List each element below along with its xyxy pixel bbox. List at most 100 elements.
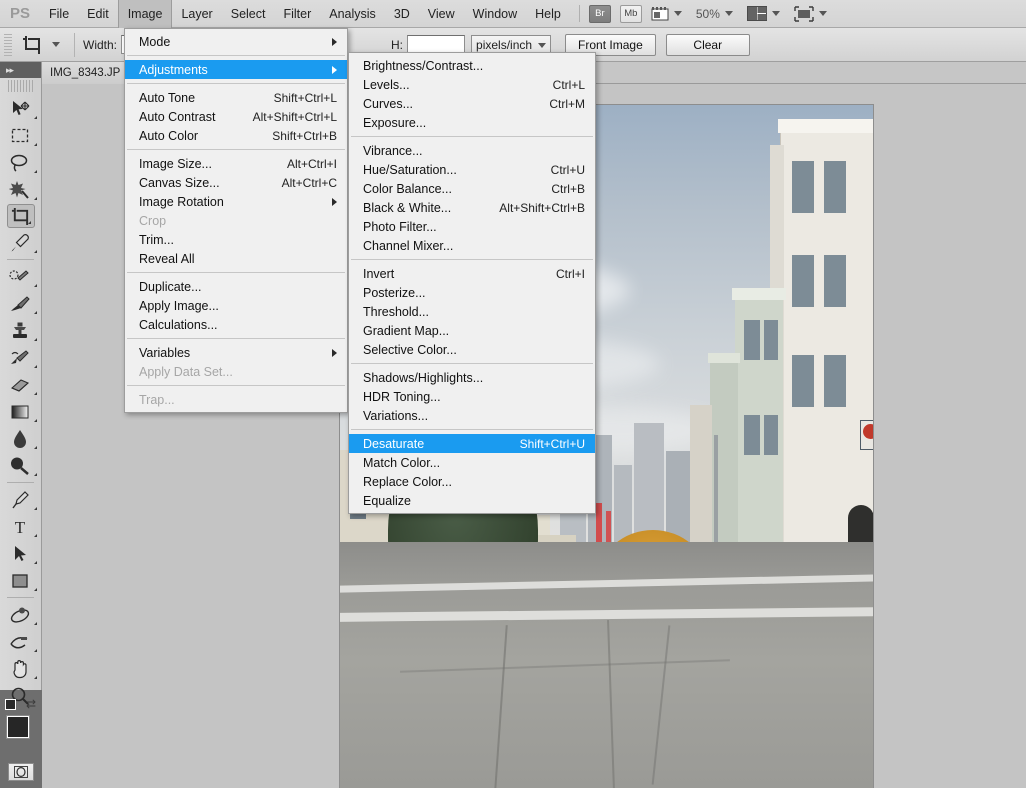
- image-menu-item-apply-image[interactable]: Apply Image...: [125, 296, 347, 315]
- adjustments-item-replace-color[interactable]: Replace Color...: [349, 472, 595, 491]
- history-brush-icon: [9, 349, 31, 367]
- bridge-icon[interactable]: Br: [589, 5, 611, 23]
- image-menu-item-image-size[interactable]: Image Size...Alt+Ctrl+I: [125, 154, 347, 173]
- mini-bridge-icon[interactable]: Mb: [620, 5, 642, 23]
- image-menu-item-trim[interactable]: Trim...: [125, 230, 347, 249]
- clone-stamp-tool[interactable]: [0, 317, 40, 344]
- quick-mask-toggle[interactable]: [8, 763, 34, 781]
- foreground-color-swatch[interactable]: [7, 716, 29, 738]
- menu-item-label: Brightness/Contrast...: [363, 59, 585, 73]
- swap-colors-icon[interactable]: ⇄: [26, 697, 36, 711]
- crop-tool[interactable]: [7, 204, 35, 228]
- adjustments-item-posterize[interactable]: Posterize...: [349, 283, 595, 302]
- menu-layer[interactable]: Layer: [172, 0, 221, 28]
- eraser-tool[interactable]: [0, 371, 40, 398]
- 3d-camera-rotate-tool[interactable]: [0, 628, 40, 655]
- submenu-arrow-icon: [332, 38, 337, 46]
- lasso-tool[interactable]: [0, 149, 40, 176]
- image-menu-item-canvas-size[interactable]: Canvas Size...Alt+Ctrl+C: [125, 173, 347, 192]
- adjustments-item-selective-color[interactable]: Selective Color...: [349, 340, 595, 359]
- menu-analysis[interactable]: Analysis: [320, 0, 385, 28]
- double-chevron-right-icon[interactable]: ▸▸: [6, 65, 13, 76]
- view-extras-icon: [651, 6, 669, 22]
- adjustments-item-equalize[interactable]: Equalize: [349, 491, 595, 510]
- image-menu-item-auto-tone[interactable]: Auto ToneShift+Ctrl+L: [125, 88, 347, 107]
- rectangle-tool[interactable]: [0, 567, 40, 594]
- 3d-object-rotate-tool[interactable]: [0, 601, 40, 628]
- width-label: Width:: [83, 38, 117, 52]
- adjustments-item-curves[interactable]: Curves...Ctrl+M: [349, 94, 595, 113]
- hand-tool[interactable]: [0, 655, 40, 682]
- menu-image[interactable]: Image: [118, 0, 173, 28]
- adjustments-item-vibrance[interactable]: Vibrance...: [349, 141, 595, 160]
- tool-more-indicator: [34, 140, 37, 146]
- cornice: [778, 119, 873, 133]
- image-menu-item-auto-color[interactable]: Auto ColorShift+Ctrl+B: [125, 126, 347, 145]
- image-menu-item-reveal-all[interactable]: Reveal All: [125, 249, 347, 268]
- screen-mode-button[interactable]: [794, 6, 827, 22]
- adjustments-item-exposure[interactable]: Exposure...: [349, 113, 595, 132]
- image-menu-item-variables[interactable]: Variables: [125, 343, 347, 362]
- adjustments-submenu[interactable]: Brightness/Contrast... Levels...Ctrl+LCur…: [348, 52, 596, 514]
- clear-button[interactable]: Clear: [666, 34, 750, 56]
- blur-tool[interactable]: [0, 425, 40, 452]
- options-bar-grip[interactable]: [4, 34, 12, 56]
- adjustments-item-match-color[interactable]: Match Color...: [349, 453, 595, 472]
- menu-edit[interactable]: Edit: [78, 0, 118, 28]
- tools-panel-header[interactable]: ▸▸: [0, 62, 41, 78]
- image-menu[interactable]: ModeAdjustmentsAuto ToneShift+Ctrl+LAuto…: [124, 28, 348, 413]
- adjustments-item-threshold[interactable]: Threshold...: [349, 302, 595, 321]
- eyedropper-tool[interactable]: [0, 229, 40, 256]
- history-brush-tool[interactable]: [0, 344, 40, 371]
- menu-view[interactable]: View: [419, 0, 464, 28]
- menu-help[interactable]: Help: [526, 0, 570, 28]
- menu-item-shortcut: Shift+Ctrl+L: [254, 91, 337, 105]
- rectangular-marquee-tool[interactable]: [0, 122, 40, 149]
- image-menu-item-auto-contrast[interactable]: Auto ContrastAlt+Shift+Ctrl+L: [125, 107, 347, 126]
- arrange-documents-button[interactable]: [747, 6, 780, 21]
- window: [792, 255, 814, 307]
- adjustments-item-desaturate[interactable]: DesaturateShift+Ctrl+U: [349, 434, 595, 453]
- move-tool[interactable]: [0, 95, 40, 122]
- menu-item-label: Auto Color: [139, 129, 252, 143]
- image-menu-item-mode[interactable]: Mode: [125, 32, 347, 51]
- adjustments-item-invert[interactable]: InvertCtrl+I: [349, 264, 595, 283]
- image-menu-item-adjustments[interactable]: Adjustments: [125, 60, 347, 79]
- image-menu-item-duplicate[interactable]: Duplicate...: [125, 277, 347, 296]
- adjustments-item-hdr-toning[interactable]: HDR Toning...: [349, 387, 595, 406]
- gradient-tool[interactable]: [0, 398, 40, 425]
- menu-3d[interactable]: 3D: [385, 0, 419, 28]
- zoom-chevron-down-icon[interactable]: [725, 11, 733, 16]
- adjustments-item-brightness-contrast[interactable]: Brightness/Contrast...: [349, 56, 595, 75]
- menu-item-label: Apply Image...: [139, 299, 337, 313]
- adjustments-item-levels[interactable]: Levels...Ctrl+L: [349, 75, 595, 94]
- menu-file[interactable]: File: [40, 0, 78, 28]
- adjustments-item-variations[interactable]: Variations...: [349, 406, 595, 425]
- default-colors-icon[interactable]: [5, 699, 16, 710]
- path-selection-tool[interactable]: [0, 540, 40, 567]
- menu-select[interactable]: Select: [222, 0, 275, 28]
- document-tab[interactable]: IMG_8343.JP: [42, 62, 129, 84]
- active-tool-preview[interactable]: [17, 32, 47, 58]
- menu-window[interactable]: Window: [464, 0, 526, 28]
- tools-panel-grip[interactable]: [8, 80, 33, 92]
- menu-filter[interactable]: Filter: [274, 0, 320, 28]
- adjustments-item-black-white[interactable]: Black & White...Alt+Shift+Ctrl+B: [349, 198, 595, 217]
- adjustments-item-hue-saturation[interactable]: Hue/Saturation...Ctrl+U: [349, 160, 595, 179]
- adjustments-item-gradient-map[interactable]: Gradient Map...: [349, 321, 595, 340]
- image-menu-item-calculations[interactable]: Calculations...: [125, 315, 347, 334]
- pen-tool[interactable]: [0, 486, 40, 513]
- adjustments-item-color-balance[interactable]: Color Balance...Ctrl+B: [349, 179, 595, 198]
- adjustments-item-shadows-highlights[interactable]: Shadows/Highlights...: [349, 368, 595, 387]
- tool-preset-chevron-down-icon[interactable]: [52, 42, 60, 47]
- adjustments-item-photo-filter[interactable]: Photo Filter...: [349, 217, 595, 236]
- brush-tool[interactable]: [0, 290, 40, 317]
- quick-selection-tool[interactable]: [0, 176, 40, 203]
- tool-more-indicator: [34, 531, 37, 537]
- dodge-tool[interactable]: [0, 452, 40, 479]
- adjustments-item-channel-mixer[interactable]: Channel Mixer...: [349, 236, 595, 255]
- spot-healing-brush-tool[interactable]: [0, 263, 40, 290]
- image-menu-item-image-rotation[interactable]: Image Rotation: [125, 192, 347, 211]
- view-extras-button[interactable]: [651, 6, 682, 22]
- horizontal-type-tool[interactable]: T: [0, 513, 40, 540]
